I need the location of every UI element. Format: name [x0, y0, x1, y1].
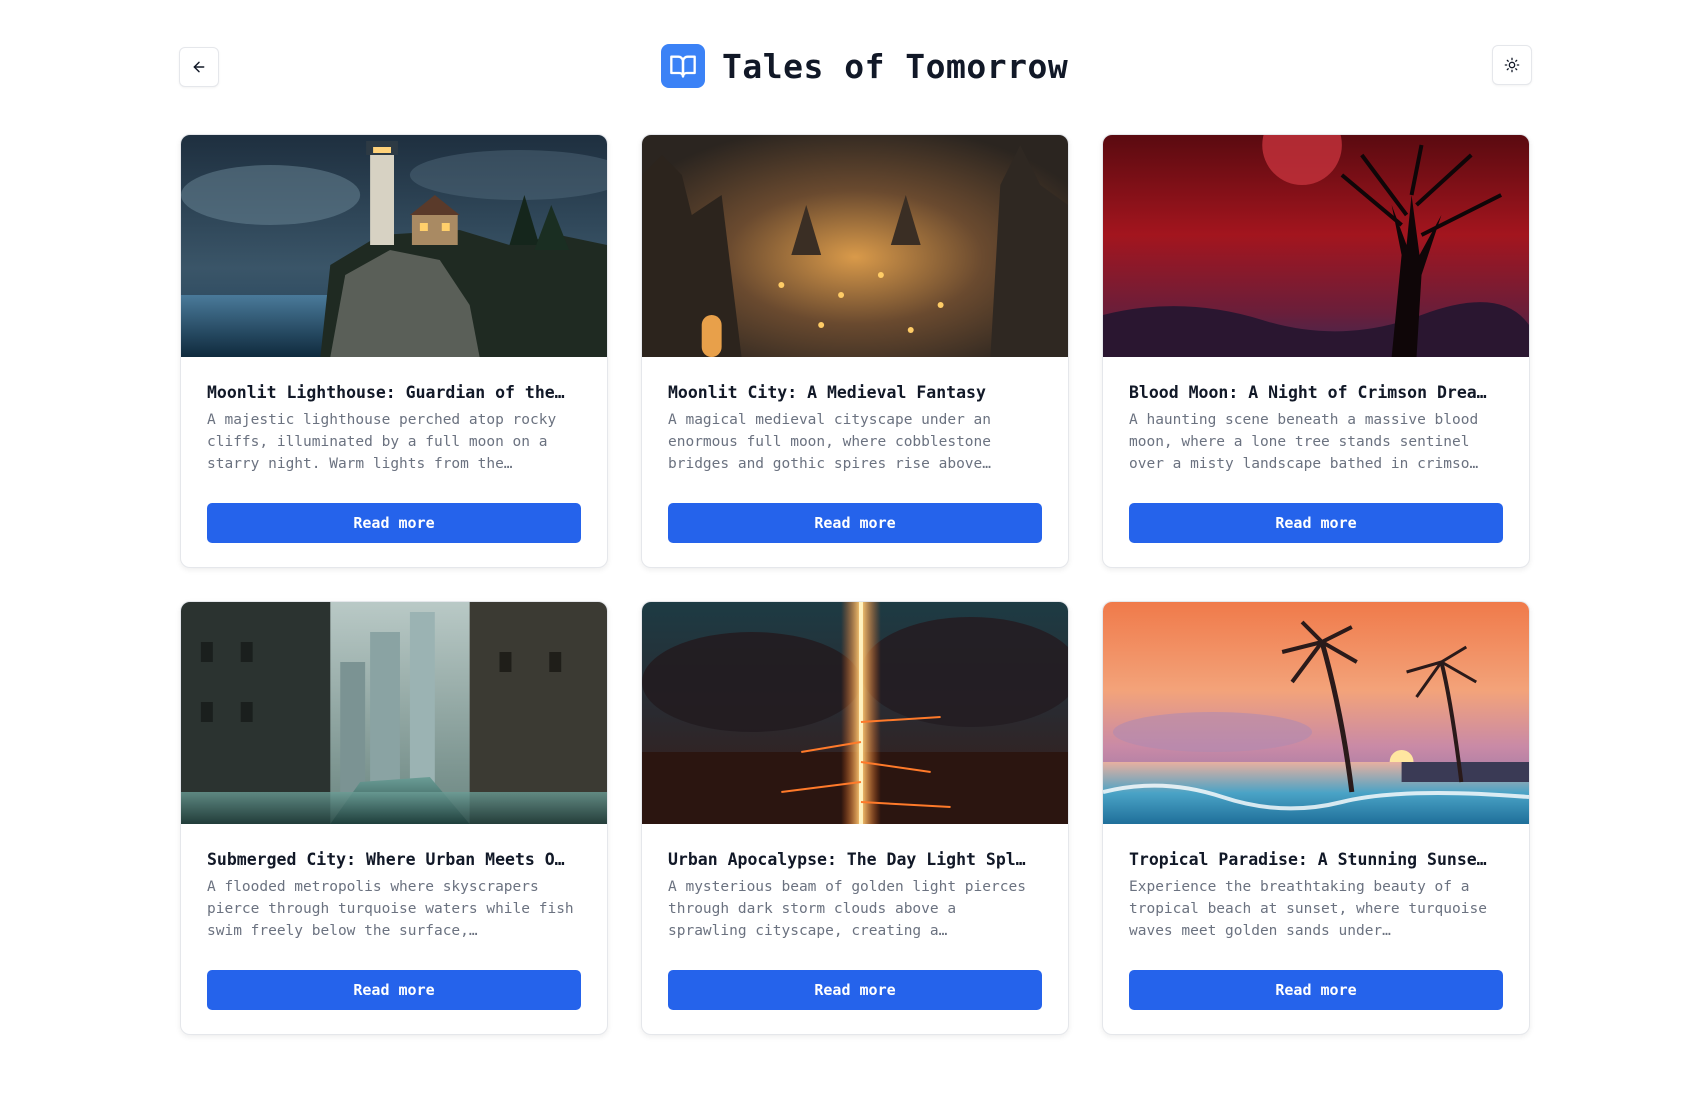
- read-more-button[interactable]: Read more: [207, 970, 581, 1010]
- read-more-button[interactable]: Read more: [1129, 970, 1503, 1010]
- story-image-submerged-city[interactable]: [181, 602, 607, 824]
- story-image-blood-moon[interactable]: [1103, 135, 1529, 357]
- story-grid: Moonlit Lighthouse: Guardian of the… A m…: [180, 134, 1530, 1035]
- story-title: Submerged City: Where Urban Meets O…: [207, 850, 565, 869]
- story-title: Moonlit Lighthouse: Guardian of the…: [207, 383, 565, 402]
- title-group: Tales of Tomorrow: [661, 44, 1068, 88]
- story-description: A mysterious beam of golden light pierce…: [668, 879, 1026, 939]
- arrow-left-icon: [193, 61, 205, 73]
- sun-icon: [1504, 57, 1520, 73]
- story-description: A haunting scene beneath a massive blood…: [1129, 412, 1479, 472]
- story-card: Moonlit Lighthouse: Guardian of the… A m…: [180, 134, 608, 568]
- story-title: Moonlit City: A Medieval Fantasy: [668, 383, 986, 402]
- story-card: Tropical Paradise: A Stunning Sunse… Exp…: [1102, 601, 1530, 1035]
- read-more-button[interactable]: Read more: [668, 970, 1042, 1010]
- story-card: Urban Apocalypse: The Day Light Spl… A m…: [641, 601, 1069, 1035]
- page-header: Tales of Tomorrow: [0, 0, 1699, 125]
- story-description: A majestic lighthouse perched atop rocky…: [207, 412, 557, 472]
- story-description: A flooded metropolis where skyscrapers p…: [207, 879, 574, 939]
- read-more-button[interactable]: Read more: [207, 503, 581, 543]
- read-more-button[interactable]: Read more: [668, 503, 1042, 543]
- story-image-tropical-paradise[interactable]: [1103, 602, 1529, 824]
- story-title: Tropical Paradise: A Stunning Sunse…: [1129, 850, 1487, 869]
- story-title: Urban Apocalypse: The Day Light Spl…: [668, 850, 1026, 869]
- theme-toggle-button[interactable]: [1492, 45, 1532, 85]
- story-description: A magical medieval cityscape under an en…: [668, 412, 992, 472]
- story-card: Moonlit City: A Medieval Fantasy A magic…: [641, 134, 1069, 568]
- story-image-medieval-city[interactable]: [642, 135, 1068, 357]
- back-button[interactable]: [179, 47, 219, 87]
- story-title: Blood Moon: A Night of Crimson Drea…: [1129, 383, 1487, 402]
- story-card: Blood Moon: A Night of Crimson Drea… A h…: [1102, 134, 1530, 568]
- story-description: Experience the breathtaking beauty of a …: [1129, 879, 1487, 939]
- book-open-icon: [661, 44, 705, 88]
- story-image-lighthouse[interactable]: [181, 135, 607, 357]
- story-card: Submerged City: Where Urban Meets O… A f…: [180, 601, 608, 1035]
- read-more-button[interactable]: Read more: [1129, 503, 1503, 543]
- story-image-urban-apocalypse[interactable]: [642, 602, 1068, 824]
- page-title: Tales of Tomorrow: [722, 46, 1069, 86]
